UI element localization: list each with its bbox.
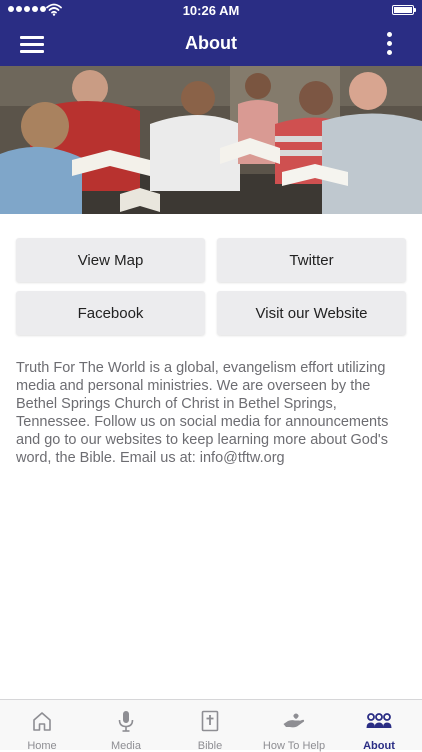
people-icon [366, 713, 392, 728]
view-map-button[interactable]: View Map [16, 238, 205, 282]
about-description: Truth For The World is a global, evangel… [16, 360, 389, 466]
facebook-button[interactable]: Facebook [16, 291, 205, 335]
tab-bible[interactable]: Bible [168, 700, 252, 752]
tab-label: About [363, 740, 395, 752]
hero-photo [0, 66, 422, 214]
tab-label: Home [27, 740, 57, 752]
visit-website-button[interactable]: Visit our Website [217, 291, 406, 335]
tab-about[interactable]: About [336, 700, 422, 752]
helping-hand-icon [283, 713, 305, 728]
home-icon [33, 712, 51, 731]
link-buttons-grid: View Map Twitter Facebook Visit our Webs… [16, 238, 406, 335]
status-bar: 10:26 AM [0, 0, 422, 22]
twitter-button[interactable]: Twitter [217, 238, 406, 282]
page-title: About [185, 33, 237, 53]
battery-icon [392, 5, 416, 15]
tab-how-to-help[interactable]: How To Help [252, 700, 336, 752]
tab-home[interactable]: Home [0, 700, 84, 752]
bible-icon [201, 710, 219, 732]
tab-label: Media [111, 740, 141, 752]
tab-media[interactable]: Media [84, 700, 168, 752]
tab-bar: Home Media Bible How To Help About [0, 699, 422, 752]
microphone-icon [118, 711, 134, 732]
status-time: 10:26 AM [182, 3, 240, 18]
tab-label: Bible [197, 740, 223, 752]
more-options-button[interactable] [378, 30, 402, 58]
tab-label: How To Help [262, 740, 326, 752]
navigation-bar: About [0, 22, 422, 66]
